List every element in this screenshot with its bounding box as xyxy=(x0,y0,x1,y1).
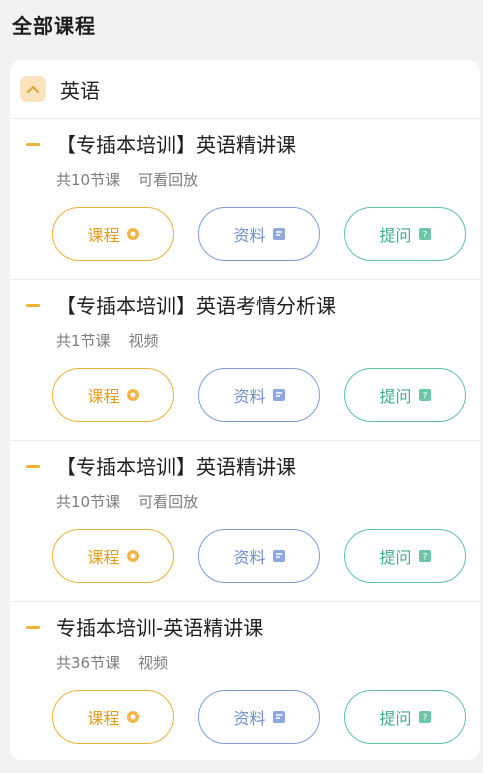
material-button-label: 资料 xyxy=(233,387,266,406)
page-title: 全部课程 xyxy=(12,14,96,38)
material-button-label: 资料 xyxy=(233,226,266,245)
course-actions: 课程 资料 提问 ? xyxy=(52,529,466,583)
material-button[interactable]: 资料 xyxy=(198,529,320,583)
play-icon xyxy=(126,228,139,240)
question-icon: ? xyxy=(418,228,431,241)
course-item: 【专插本培训】英语精讲课 共10节课 可看回放 课程 资料 提问 ? xyxy=(10,118,480,279)
question-icon: ? xyxy=(418,711,431,724)
course-button-label: 课程 xyxy=(87,387,120,406)
bullet-dash-icon xyxy=(26,626,40,629)
bullet-dash-icon xyxy=(26,304,40,307)
question-icon: ? xyxy=(418,389,431,402)
course-group-card: 英语 【专插本培训】英语精讲课 共10节课 可看回放 课程 资料 提问 ? 【专… xyxy=(10,60,480,760)
course-actions: 课程 资料 提问 ? xyxy=(52,690,466,744)
material-button-label: 资料 xyxy=(233,709,266,728)
course-button[interactable]: 课程 xyxy=(52,207,174,261)
section-label: 英语 xyxy=(60,78,100,103)
ask-button[interactable]: 提问 ? xyxy=(344,529,466,583)
svg-text:?: ? xyxy=(422,553,427,563)
play-icon xyxy=(126,711,139,723)
play-icon xyxy=(126,550,139,562)
play-icon xyxy=(126,389,139,401)
ask-button-label: 提问 xyxy=(379,387,412,406)
course-button[interactable]: 课程 xyxy=(52,690,174,744)
course-meta: 共36节课 视频 xyxy=(56,652,168,673)
lesson-count: 共10节课 xyxy=(56,493,121,511)
material-button-label: 资料 xyxy=(233,548,266,567)
question-icon: ? xyxy=(418,550,431,563)
course-title[interactable]: 【专插本培训】英语考情分析课 xyxy=(56,290,336,319)
ask-button[interactable]: 提问 ? xyxy=(344,207,466,261)
chevron-up-icon[interactable] xyxy=(20,76,46,102)
material-button[interactable]: 资料 xyxy=(198,690,320,744)
course-title[interactable]: 【专插本培训】英语精讲课 xyxy=(56,451,296,480)
document-icon xyxy=(272,550,285,562)
ask-button[interactable]: 提问 ? xyxy=(344,368,466,422)
course-meta: 共1节课 视频 xyxy=(56,330,159,351)
document-icon xyxy=(272,711,285,723)
ask-button-label: 提问 xyxy=(379,226,412,245)
course-meta: 共10节课 可看回放 xyxy=(56,169,198,190)
section-header[interactable]: 英语 xyxy=(10,60,480,118)
course-note: 视频 xyxy=(138,654,169,672)
ask-button-label: 提问 xyxy=(379,548,412,567)
material-button[interactable]: 资料 xyxy=(198,207,320,261)
lesson-count: 共36节课 xyxy=(56,654,121,672)
bullet-dash-icon xyxy=(26,465,40,468)
course-item: 专插本培训-英语精讲课 共36节课 视频 课程 资料 提问 ? xyxy=(10,601,480,762)
course-note: 可看回放 xyxy=(138,171,199,189)
course-button[interactable]: 课程 xyxy=(52,368,174,422)
course-title[interactable]: 专插本培训-英语精讲课 xyxy=(56,612,263,641)
ask-button-label: 提问 xyxy=(379,709,412,728)
svg-text:?: ? xyxy=(422,714,427,724)
lesson-count: 共1节课 xyxy=(56,332,111,350)
document-icon xyxy=(272,389,285,401)
document-icon xyxy=(272,228,285,240)
course-note: 视频 xyxy=(128,332,159,350)
ask-button[interactable]: 提问 ? xyxy=(344,690,466,744)
svg-text:?: ? xyxy=(422,392,427,402)
course-meta: 共10节课 可看回放 xyxy=(56,491,198,512)
course-item: 【专插本培训】英语精讲课 共10节课 可看回放 课程 资料 提问 ? xyxy=(10,440,480,601)
course-note: 可看回放 xyxy=(138,493,199,511)
course-actions: 课程 资料 提问 ? xyxy=(52,207,466,261)
bullet-dash-icon xyxy=(26,143,40,146)
svg-text:?: ? xyxy=(422,231,427,241)
course-button[interactable]: 课程 xyxy=(52,529,174,583)
course-item: 【专插本培训】英语考情分析课 共1节课 视频 课程 资料 提问 ? xyxy=(10,279,480,440)
course-actions: 课程 资料 提问 ? xyxy=(52,368,466,422)
lesson-count: 共10节课 xyxy=(56,171,121,189)
course-button-label: 课程 xyxy=(87,548,120,567)
course-title[interactable]: 【专插本培训】英语精讲课 xyxy=(56,129,296,158)
material-button[interactable]: 资料 xyxy=(198,368,320,422)
course-button-label: 课程 xyxy=(87,226,120,245)
course-button-label: 课程 xyxy=(87,709,120,728)
